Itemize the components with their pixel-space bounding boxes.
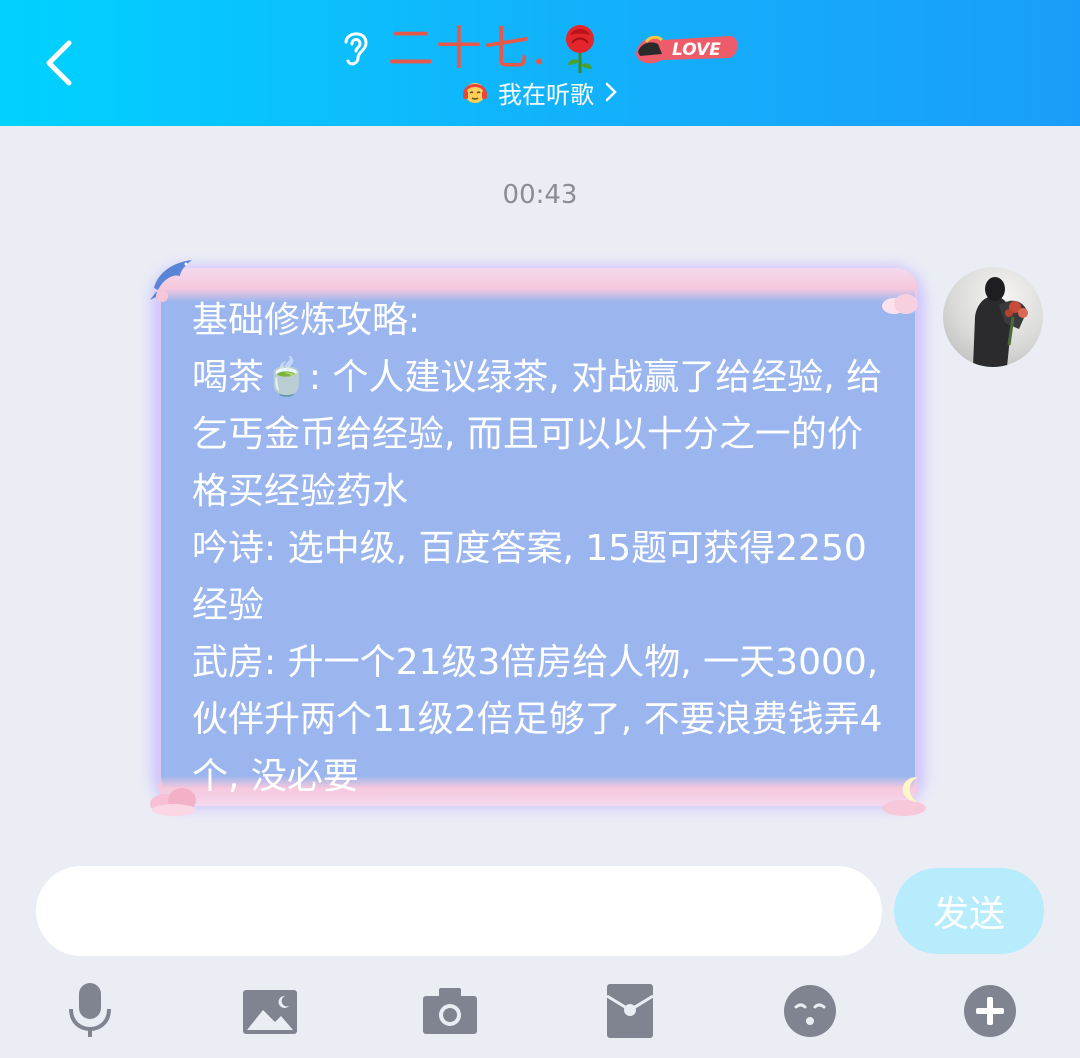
- message-line: 武房: 升一个21级3倍房给人物, 一天3000, 伙伴升两个11级2倍足够了,…: [192, 642, 890, 797]
- microphone-icon: [69, 983, 111, 1037]
- avatar-image: [973, 277, 1028, 367]
- headphones-emoji-icon: [462, 79, 488, 105]
- message-line: 基础修炼攻略:: [192, 300, 421, 341]
- image-button[interactable]: [235, 976, 305, 1046]
- message-bubble[interactable]: 基础修炼攻略: 喝茶🍵: 个人建议绿茶, 对战赢了给经验, 给乞丐金币给经验, …: [148, 252, 938, 822]
- voice-button[interactable]: [55, 976, 125, 1046]
- chat-header: 二十七. LOVE 我在听歌: [0, 0, 1080, 126]
- emoji-icon: [784, 985, 836, 1037]
- love-badge[interactable]: LOVE: [632, 28, 742, 68]
- love-badge-text: LOVE: [672, 40, 721, 60]
- plus-icon: [964, 985, 1016, 1037]
- camera-icon: [423, 988, 477, 1034]
- message-input[interactable]: [36, 866, 882, 956]
- more-button[interactable]: [955, 976, 1025, 1046]
- contact-name: 二十七.: [387, 21, 549, 75]
- message-line: 喝茶🍵: 个人建议绿茶, 对战赢了给经验, 给乞丐金币给经验, 而且可以以十分之…: [192, 357, 883, 512]
- rose-icon: [558, 21, 602, 75]
- message-text: 基础修炼攻略: 喝茶🍵: 个人建议绿茶, 对战赢了给经验, 给乞丐金币给经验, …: [192, 292, 892, 805]
- avatar[interactable]: [943, 267, 1043, 367]
- red-packet-icon: [606, 984, 654, 1038]
- message-timestamp: 00:43: [502, 180, 578, 210]
- send-button[interactable]: 发送: [894, 868, 1044, 954]
- chevron-right-icon: [605, 82, 617, 102]
- emoji-button[interactable]: [775, 976, 845, 1046]
- status-text: 我在听歌: [498, 80, 594, 109]
- image-icon: [243, 990, 297, 1034]
- camera-button[interactable]: [415, 976, 485, 1046]
- composer: 发送: [0, 846, 1080, 1058]
- status-row[interactable]: 我在听歌: [0, 76, 1080, 109]
- ear-icon: [338, 24, 378, 72]
- title-row[interactable]: 二十七. LOVE: [0, 18, 1080, 78]
- message-line: 吟诗: 选中级, 百度答案, 15题可获得2250经验: [192, 528, 867, 626]
- red-packet-button[interactable]: [595, 976, 665, 1046]
- composer-toolbar: [0, 976, 1080, 1046]
